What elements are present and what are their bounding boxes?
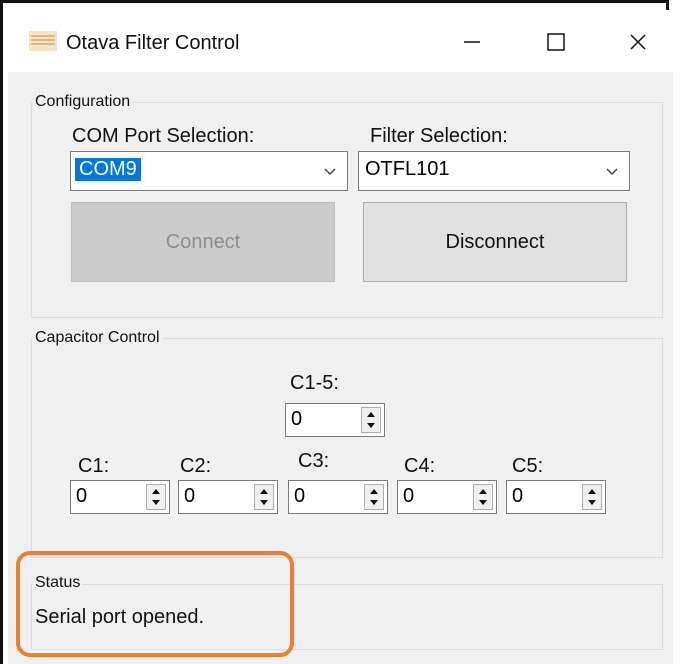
- c1-value: 0: [76, 485, 88, 507]
- com-port-select[interactable]: COM9: [70, 151, 348, 191]
- spinner: [364, 484, 384, 510]
- down-arrow-icon: [367, 423, 375, 428]
- spinner: [361, 407, 381, 433]
- up-arrow-icon: [260, 489, 268, 494]
- decrement-button[interactable]: [365, 497, 383, 509]
- c2-label: C2:: [180, 455, 212, 477]
- up-arrow-icon: [479, 489, 487, 494]
- up-arrow-icon: [152, 489, 160, 494]
- c5-value: 0: [512, 485, 524, 507]
- com-port-label: COM Port Selection:: [72, 125, 255, 147]
- increment-button[interactable]: [583, 485, 601, 497]
- decrement-button[interactable]: [362, 420, 380, 432]
- down-arrow-icon: [370, 500, 378, 505]
- c1-5-stepper[interactable]: 0: [285, 403, 385, 437]
- spinner: [146, 484, 166, 510]
- up-arrow-icon: [370, 489, 378, 494]
- maximize-button[interactable]: [526, 20, 586, 64]
- configuration-group-label: Configuration: [33, 93, 133, 111]
- c4-label: C4:: [404, 455, 436, 477]
- close-icon: [630, 34, 646, 50]
- c1-stepper[interactable]: 0: [70, 480, 170, 514]
- com-port-value: COM9: [75, 158, 141, 181]
- minimize-button[interactable]: [442, 20, 502, 64]
- connect-button[interactable]: Connect: [71, 202, 335, 282]
- increment-button[interactable]: [255, 485, 273, 497]
- c4-value: 0: [403, 485, 415, 507]
- c1-label: C1:: [78, 455, 110, 477]
- capacitor-control-group-label: Capacitor Control: [33, 329, 162, 347]
- capacitor-control-group: [31, 338, 663, 558]
- window-title: Otava Filter Control: [66, 32, 240, 54]
- status-highlight-annotation: [16, 551, 294, 657]
- c3-value: 0: [294, 485, 306, 507]
- c1-5-value: 0: [291, 408, 303, 430]
- c4-stepper[interactable]: 0: [397, 480, 497, 514]
- disconnect-button[interactable]: Disconnect: [363, 202, 627, 282]
- c2-value: 0: [184, 485, 196, 507]
- down-arrow-icon: [588, 500, 596, 505]
- increment-button[interactable]: [365, 485, 383, 497]
- chevron-down-icon: [606, 168, 618, 176]
- c3-label: C3:: [298, 450, 330, 472]
- chevron-down-icon: [324, 168, 336, 176]
- app-icon: [29, 31, 57, 51]
- decrement-button[interactable]: [255, 497, 273, 509]
- increment-button[interactable]: [362, 408, 380, 420]
- down-arrow-icon: [260, 500, 268, 505]
- down-arrow-icon: [152, 500, 160, 505]
- c2-stepper[interactable]: 0: [178, 480, 278, 514]
- minimize-icon: [464, 41, 480, 43]
- close-button[interactable]: [608, 20, 668, 64]
- decrement-button[interactable]: [583, 497, 601, 509]
- filter-selection-label: Filter Selection:: [370, 125, 508, 147]
- up-arrow-icon: [588, 489, 596, 494]
- c5-label: C5:: [512, 455, 544, 477]
- title-bar: Otava Filter Control: [8, 10, 673, 72]
- spinner: [254, 484, 274, 510]
- decrement-button[interactable]: [474, 497, 492, 509]
- c1-5-label: C1-5:: [290, 372, 339, 394]
- decrement-button[interactable]: [147, 497, 165, 509]
- c5-stepper[interactable]: 0: [506, 480, 606, 514]
- up-arrow-icon: [367, 412, 375, 417]
- down-arrow-icon: [479, 500, 487, 505]
- increment-button[interactable]: [147, 485, 165, 497]
- filter-value: OTFL101: [365, 158, 450, 180]
- filter-select[interactable]: OTFL101: [358, 151, 630, 191]
- spinner: [582, 484, 602, 510]
- increment-button[interactable]: [474, 485, 492, 497]
- c3-stepper[interactable]: 0: [288, 480, 388, 514]
- spinner: [473, 484, 493, 510]
- maximize-icon: [547, 33, 565, 51]
